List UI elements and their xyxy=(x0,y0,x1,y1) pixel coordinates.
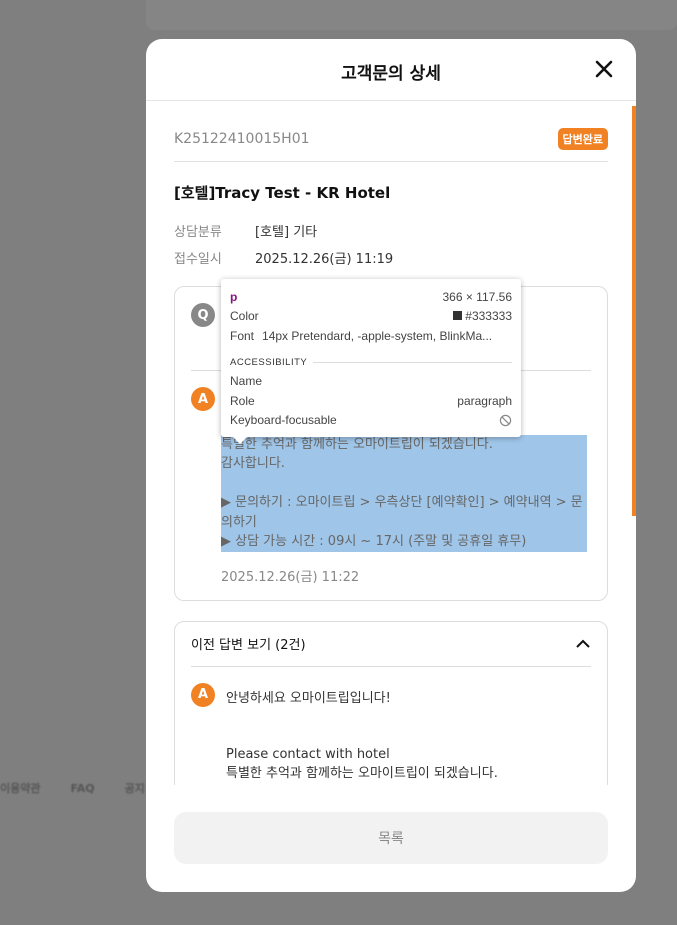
meta-label: 접수일시 xyxy=(174,252,222,267)
inquiry-subject: [호텔]Tracy Test - KR Hotel xyxy=(174,184,391,202)
scrollbar[interactable] xyxy=(632,106,636,516)
modal-header: 고객문의 상세 xyxy=(146,39,636,101)
previous-line: Please contact with hotel xyxy=(226,746,390,762)
answer-icon: A xyxy=(191,387,215,411)
previous-answers-toggle[interactable]: 이전 답변 보기 (2건) xyxy=(191,622,591,667)
modal-body[interactable]: K25122410015H01 답변완료 [호텔]Tracy Test - KR… xyxy=(146,102,636,785)
answer-line: ▶ 문의하기 : 오마이트립 > 우측상단 [예약확인] > 예약내역 > 문의… xyxy=(221,495,583,530)
meta-value: 2025.12.26(금) 11:19 xyxy=(255,252,394,267)
tooltip-size: 366 × 117.56 xyxy=(442,289,512,304)
tooltip-font-value: 14px Pretendard, -apple-system, BlinkMa.… xyxy=(262,328,493,343)
answer-line: ▶ 상담 가능 시간 : 09시 ~ 17시 (주말 및 공휴일 휴무) xyxy=(221,534,527,549)
footer-link: 공지 xyxy=(124,782,145,795)
meta-row: 접수일시 2025.12.26(금) 11:19 xyxy=(174,248,608,267)
meta-row: 상담분류 [호텔] 기타 xyxy=(174,221,608,240)
tooltip-role-label: Role xyxy=(230,393,255,408)
tooltip-color-label: Color xyxy=(230,309,259,324)
footer-link: FAQ xyxy=(70,782,95,795)
meta-value: [호텔] 기타 xyxy=(255,225,318,240)
close-icon[interactable] xyxy=(592,57,616,81)
tooltip-focus-label: Keyboard-focusable xyxy=(230,413,337,428)
previous-line: 특별한 추억과 함께하는 오마이트립이 되겠습니다. xyxy=(226,765,498,781)
answer-icon: A xyxy=(191,682,215,707)
tooltip-color-value: #333333 xyxy=(465,309,512,324)
previous-answers-panel: 이전 답변 보기 (2건) A 안녕하세요 오마이트립입니다! Please co… xyxy=(174,620,608,785)
footer-link: 이용약관 xyxy=(0,782,41,795)
chevron-up-icon[interactable] xyxy=(575,636,591,652)
answer-date: 2025.12.26(금) 11:22 xyxy=(221,569,360,585)
inquiry-detail-modal: 고객문의 상세 K25122410015H01 답변완료 [호텔]Tracy T… xyxy=(146,39,636,892)
tooltip-role-value: paragraph xyxy=(457,393,512,408)
list-button[interactable]: 목록 xyxy=(174,812,608,864)
answer-line: 특별한 추억과 함께하는 오마이트립이 되겠습니다. xyxy=(221,436,493,452)
tooltip-name-label: Name xyxy=(230,374,263,389)
color-swatch xyxy=(453,311,463,321)
answer-line: 감사합니다. xyxy=(221,456,285,471)
devtools-inspect-tooltip: p 366 × 117.56 Color #333333 Font 14px Pret… xyxy=(221,279,521,444)
tooltip-font-label: Font xyxy=(230,328,255,343)
tooltip-tag: p xyxy=(230,289,238,304)
question-icon: Q xyxy=(191,303,215,327)
previous-answers-header: 이전 답변 보기 (2건) xyxy=(191,638,306,653)
modal-title: 고객문의 상세 xyxy=(341,64,441,84)
status-badge: 답변완료 xyxy=(557,127,608,150)
background-panel xyxy=(146,0,677,30)
previous-greeting: 안녕하세요 오마이트립입니다! xyxy=(226,690,391,706)
answer-selected-paragraph: 특별한 추억과 함께하는 오마이트립이 되겠습니다. 감사합니다. ▶ 문의하기… xyxy=(221,434,587,552)
inquiry-number: K25122410015H01 xyxy=(174,130,310,147)
not-allowed-icon xyxy=(499,414,512,426)
tooltip-section: ACCESSIBILITY xyxy=(230,354,512,372)
meta-label: 상담분류 xyxy=(174,225,222,240)
